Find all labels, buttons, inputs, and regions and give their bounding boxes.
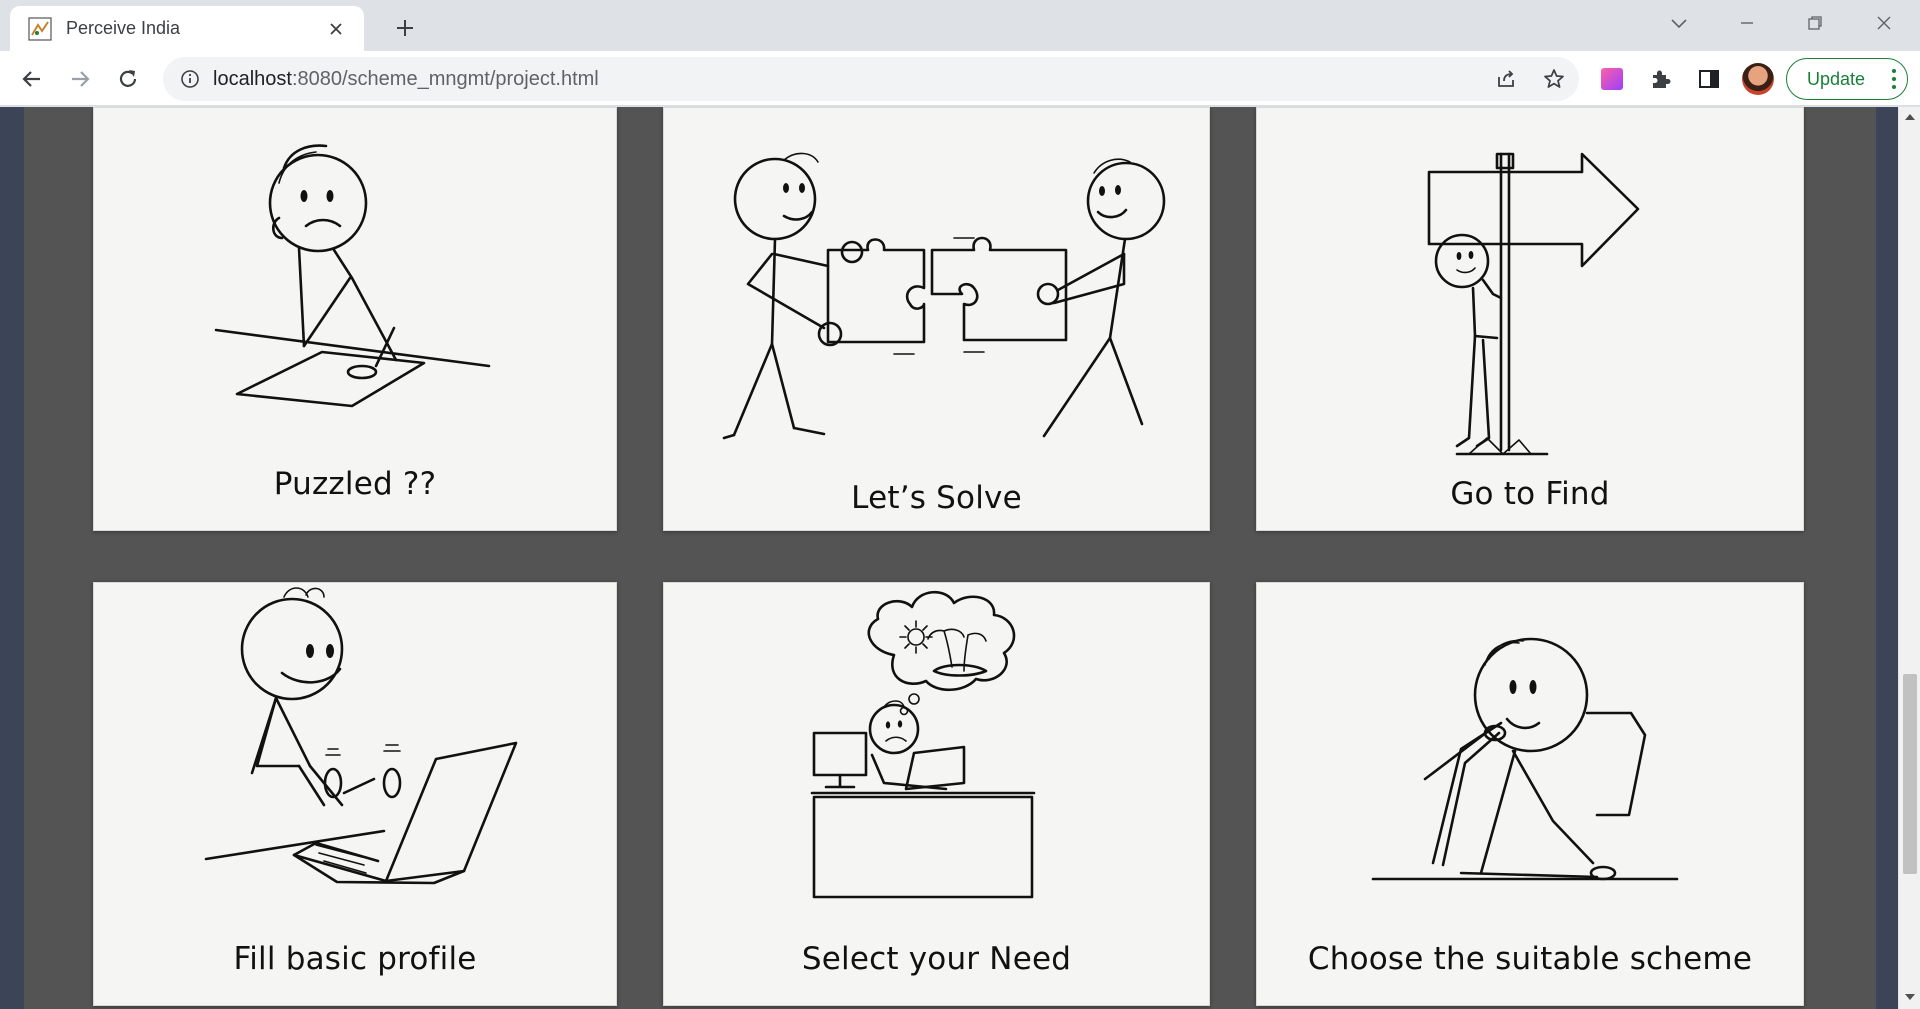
person-typing-laptop-icon xyxy=(204,587,518,885)
tab-search-chevron-icon[interactable] xyxy=(1659,6,1699,40)
site-info-icon[interactable] xyxy=(179,68,201,90)
new-tab-button[interactable] xyxy=(387,10,423,46)
url-path: :8080/scheme_mngmt/project.html xyxy=(291,67,599,90)
tab-close-icon[interactable] xyxy=(322,15,350,43)
more-menu-icon[interactable] xyxy=(1891,69,1897,89)
address-bar[interactable]: localhost:8080/scheme_mngmt/project.html xyxy=(163,57,1579,101)
back-button[interactable] xyxy=(14,61,50,97)
update-label: Update xyxy=(1807,68,1866,89)
tab-title: Perceive India xyxy=(66,18,181,38)
card-go-to-find[interactable]: Go to Find xyxy=(1256,107,1804,531)
forward-arrow-icon xyxy=(72,71,90,87)
puzzled-person-writing-icon xyxy=(214,144,491,408)
plus-icon xyxy=(397,20,413,36)
perceive-india-favicon-icon xyxy=(28,16,52,41)
tab-strip: Perceive India xyxy=(0,0,1920,51)
scroll-up-arrow-icon[interactable] xyxy=(1904,111,1916,123)
browser-toolbar: localhost:8080/scheme_mngmt/project.html… xyxy=(0,51,1920,106)
card-lets-solve[interactable]: Let’s Solve xyxy=(663,107,1210,531)
page-viewport: Puzzled ?? Let’s Solve Go to Find Fill b… xyxy=(0,107,1920,1009)
two-people-joining-puzzle-icon xyxy=(722,152,1166,440)
card-puzzled[interactable]: Puzzled ?? xyxy=(93,107,617,531)
person-behind-signpost-icon xyxy=(1427,152,1640,456)
minimize-icon[interactable] xyxy=(1727,6,1767,40)
close-window-icon[interactable] xyxy=(1864,6,1904,40)
card-label: Let’s Solve xyxy=(851,480,1022,516)
card-label: Puzzled ?? xyxy=(273,466,437,502)
person-thinking-with-pen-icon xyxy=(1371,637,1679,881)
card-choose-suitable-scheme[interactable]: Choose the suitable scheme xyxy=(1256,582,1804,1006)
scroll-down-arrow-icon[interactable] xyxy=(1904,991,1916,1003)
browser-tab[interactable]: Perceive India xyxy=(10,6,364,51)
card-select-your-need[interactable]: Select your Need xyxy=(663,582,1210,1006)
card-label: Select your Need xyxy=(801,941,1072,977)
bookmark-star-icon[interactable] xyxy=(1538,63,1570,95)
share-icon[interactable] xyxy=(1490,63,1522,95)
restore-icon[interactable] xyxy=(1795,6,1835,40)
profile-avatar[interactable] xyxy=(1742,63,1774,95)
url-text[interactable]: localhost:8080/scheme_mngmt/project.html xyxy=(213,68,599,91)
back-arrow-icon xyxy=(22,71,40,87)
reload-button[interactable] xyxy=(110,61,146,97)
side-panel-icon[interactable] xyxy=(1693,63,1725,95)
card-fill-basic-profile[interactable]: Fill basic profile xyxy=(93,582,617,1006)
page-content: Puzzled ?? Let’s Solve Go to Find Fill b… xyxy=(24,107,1876,1009)
person-at-desk-thinking-icon xyxy=(810,590,1036,899)
scrollbar-thumb[interactable] xyxy=(1903,674,1917,874)
card-label: Choose the suitable scheme xyxy=(1307,941,1753,977)
page-scrollbar[interactable] xyxy=(1898,107,1920,1009)
forward-button[interactable] xyxy=(62,61,98,97)
extensions-puzzle-icon[interactable] xyxy=(1645,63,1677,95)
url-host: localhost xyxy=(213,67,292,90)
extension-gradient-icon[interactable] xyxy=(1596,63,1628,95)
card-label: Go to Find xyxy=(1450,476,1610,512)
update-button[interactable]: Update xyxy=(1786,58,1908,100)
card-label: Fill basic profile xyxy=(233,941,477,977)
reload-icon xyxy=(119,70,137,87)
